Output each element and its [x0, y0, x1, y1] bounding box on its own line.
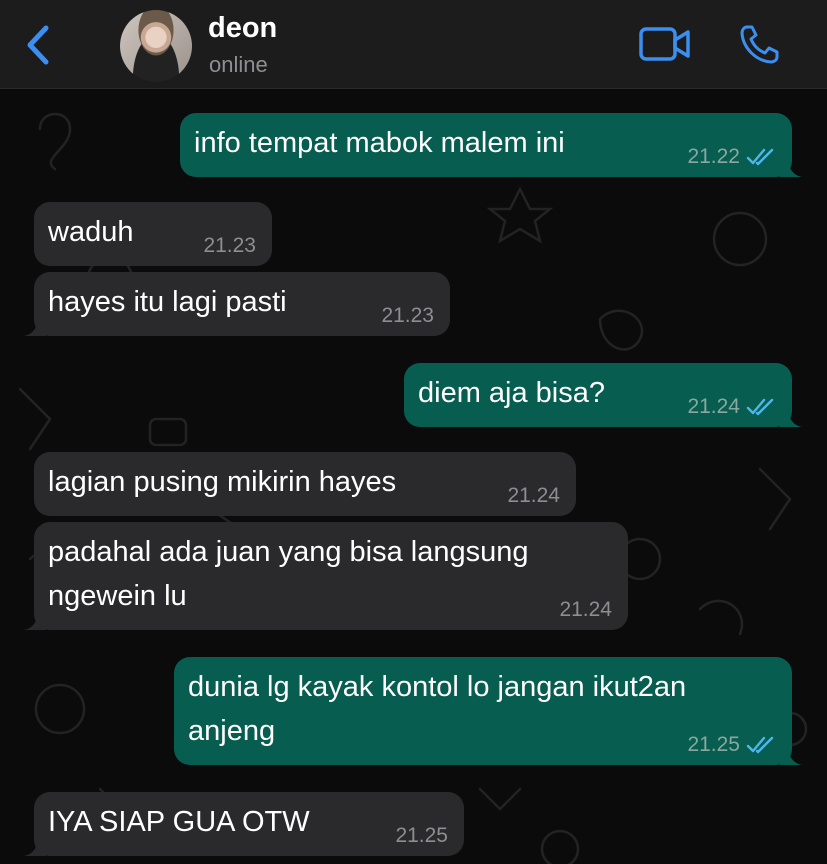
incoming-message[interactable]: padahal ada juan yang bisa langsung ngew… — [24, 522, 628, 630]
message-meta: 21.24 — [687, 395, 776, 419]
message-text: padahal ada juan yang bisa langsung ngew… — [48, 536, 529, 612]
message-meta: 21.22 — [687, 145, 776, 169]
bubble-tail — [24, 610, 46, 630]
message-meta: 21.23 — [381, 304, 434, 328]
message-meta: 21.24 — [559, 598, 612, 622]
message-text: hayes itu lagi pasti — [48, 286, 287, 318]
message-meta: 21.25 — [395, 824, 448, 848]
message-text: lagian pusing mikirin hayes — [48, 466, 397, 498]
message-meta: 21.24 — [507, 484, 560, 508]
incoming-message[interactable]: hayes itu lagi pasti 21.23 — [24, 272, 450, 336]
bubble-tail — [24, 316, 46, 336]
outgoing-message[interactable]: info tempat mabok malem ini 21.22 — [180, 113, 802, 177]
avatar[interactable] — [120, 10, 192, 82]
message-time: 21.25 — [687, 733, 740, 756]
read-receipt-icon — [746, 398, 774, 416]
message-time: 21.24 — [507, 484, 560, 507]
message-time: 21.25 — [395, 824, 448, 847]
video-camera-icon — [639, 27, 690, 61]
incoming-message[interactable]: IYA SIAP GUA OTW 21.25 — [24, 792, 464, 856]
contact-name[interactable]: deon — [208, 12, 277, 45]
outgoing-message[interactable]: diem aja bisa? 21.24 — [404, 363, 802, 427]
read-receipt-icon — [746, 148, 774, 166]
message-meta: 21.23 — [203, 234, 256, 258]
message-time: 21.24 — [687, 395, 740, 418]
bubble-tail — [780, 745, 802, 765]
message-time: 21.22 — [687, 145, 740, 168]
bubble-tail — [780, 157, 802, 177]
message-meta: 21.25 — [687, 733, 776, 757]
incoming-message[interactable]: waduh 21.23 — [34, 202, 272, 266]
incoming-message[interactable]: lagian pusing mikirin hayes 21.24 — [34, 452, 576, 516]
chat-header: deon online — [0, 0, 827, 89]
message-time: 21.23 — [381, 304, 434, 327]
chevron-left-icon — [27, 25, 49, 65]
message-list[interactable]: info tempat mabok malem ini 21.22 waduh 21.… — [0, 89, 827, 864]
video-call-button[interactable] — [638, 24, 692, 64]
message-time: 21.23 — [203, 234, 256, 257]
message-text: IYA SIAP GUA OTW — [48, 806, 310, 838]
voice-call-button[interactable] — [738, 22, 782, 66]
message-time: 21.24 — [559, 598, 612, 621]
phone-icon — [740, 25, 779, 64]
outgoing-message[interactable]: dunia lg kayak kontol lo jangan ikut2an … — [174, 657, 802, 765]
contact-status: online — [209, 52, 268, 77]
back-button[interactable] — [22, 24, 56, 66]
bubble-tail — [780, 407, 802, 427]
bubble-tail — [24, 836, 46, 856]
read-receipt-icon — [746, 736, 774, 754]
